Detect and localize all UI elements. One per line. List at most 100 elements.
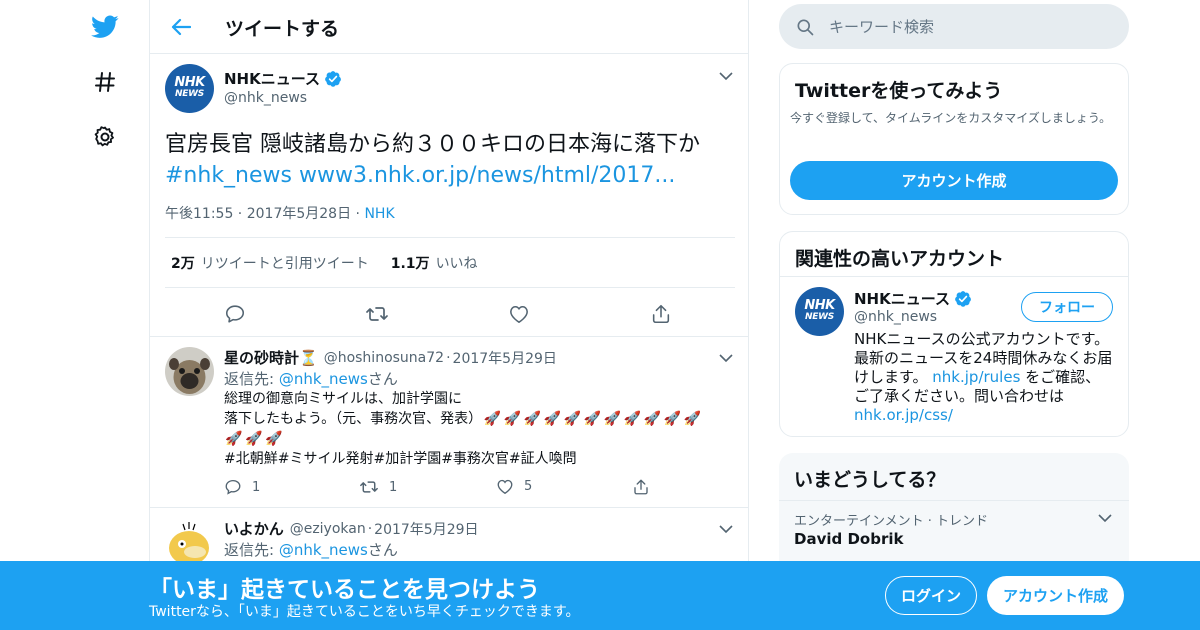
retweet-icon[interactable] (365, 302, 389, 326)
avatar-logo-news: NEWS (175, 89, 204, 99)
reply-author-handle[interactable]: @hoshinosuna72 (324, 350, 444, 366)
reply-date[interactable]: 2017年5月29日 (453, 348, 557, 368)
tweet-date[interactable]: 2017年5月28日 (247, 206, 351, 222)
reply-to-handle-link[interactable]: @nhk_news (279, 370, 368, 388)
reply-header: 星の砂時計⏳ @hoshinosuna72 · 2017年5月29日 (224, 347, 557, 368)
tweet-url-link[interactable]: www3.nhk.or.jp/news/html/2017... (299, 163, 675, 188)
avatar[interactable]: NHK NEWS (795, 287, 844, 336)
divider (779, 500, 1129, 501)
bio-link-rules[interactable]: nhk.jp/rules (932, 368, 1020, 386)
back-arrow-icon[interactable] (168, 14, 194, 40)
related-account-handle[interactable]: @nhk_news (854, 309, 937, 325)
rocket-emoji: 🚀 (603, 411, 621, 427)
tweet-timestamp: 午後11:55 · 2017年5月28日 · NHK (165, 206, 395, 222)
tweet-time[interactable]: 午後11:55 (165, 206, 233, 222)
chevron-down-icon[interactable] (718, 350, 734, 366)
create-account-button[interactable]: アカウント作成 (790, 161, 1118, 200)
reply-author-name[interactable]: いよかん (224, 518, 284, 539)
reply-count: 1 (252, 479, 261, 495)
reply-to-handle-link[interactable]: @nhk_news (279, 541, 368, 559)
retweet-count: 1 (389, 479, 398, 495)
rocket-emoji: 🚀 (483, 411, 501, 427)
author-handle[interactable]: @nhk_news (224, 90, 307, 106)
follow-button[interactable]: フォロー (1021, 292, 1113, 322)
reply-icon[interactable] (223, 302, 247, 326)
reply-author-name-text: 星の砂時計 (224, 349, 300, 367)
reply-text-line: 落下したもよう。（元、事務次官、発表）🚀 🚀 🚀 🚀 🚀 🚀 🚀 🚀 🚀 🚀 🚀 (224, 409, 739, 429)
rocket-emoji: 🚀 (225, 431, 243, 447)
trends-title: いまどうしてる？ (794, 469, 946, 491)
chevron-down-icon[interactable] (718, 68, 734, 84)
twitter-bird-icon[interactable] (90, 12, 120, 42)
avatar-logo-nhk: NHK (174, 75, 205, 90)
left-nav (80, 0, 130, 630)
heart-like-icon[interactable] (507, 302, 531, 326)
trend-topic[interactable]: David Dobrik (794, 530, 903, 548)
reply-header: いよかん @eziyokan · 2017年5月29日 (224, 518, 479, 539)
avatar-logo-news: NEWS (805, 312, 834, 322)
create-account-button[interactable]: アカウント作成 (987, 576, 1124, 615)
rocket-emoji: 🚀 (663, 411, 681, 427)
related-account-bio: NHKニュースの公式アカウントです。最新のニュースを24時間休みなくお届けします… (854, 330, 1114, 425)
login-button[interactable]: ログイン (885, 576, 977, 615)
avatar[interactable] (165, 518, 214, 567)
gear-settings-icon[interactable] (90, 122, 120, 152)
signup-banner: 「いま」起きていることを見つけよう Twitterなら、「いま」起きていることを… (0, 561, 1200, 630)
reply-date[interactable]: 2017年5月29日 (374, 519, 478, 539)
share-icon[interactable] (632, 478, 650, 496)
search-input[interactable]: キーワード検索 (829, 16, 934, 37)
verified-badge-icon (324, 70, 342, 88)
author-name[interactable]: NHKニュース (224, 68, 342, 89)
search-box[interactable]: キーワード検索 (779, 4, 1129, 49)
chevron-down-icon[interactable] (1097, 510, 1113, 526)
like-button[interactable]: 5 (496, 478, 532, 495)
signup-description: 今すぐ登録して、タイムラインをカスタマイズしましょう。 (790, 111, 1112, 125)
hashtag-link[interactable]: #nhk_news (165, 163, 292, 188)
rocket-emoji: 🚀 (563, 411, 581, 427)
page-title: ツイートする (225, 18, 340, 40)
hashtag-explore-icon[interactable] (90, 67, 120, 97)
avatar[interactable]: NHK NEWS (165, 64, 214, 113)
trends-panel: いまどうしてる？ エンターテインメント · トレンド David Dobrik (779, 453, 1129, 573)
share-icon[interactable] (649, 302, 673, 326)
avatar[interactable] (165, 347, 214, 396)
signup-panel: Twitterを使ってみよう 今すぐ登録して、タイムラインをカスタマイズしましょ… (779, 63, 1129, 215)
rocket-emoji-row: 🚀 🚀 🚀 🚀 🚀 🚀 🚀 🚀 🚀 🚀 🚀 (482, 411, 702, 427)
bio-link-css[interactable]: nhk.or.jp/css/ (854, 406, 953, 424)
related-title: 関連性の高いアカウント (795, 248, 1005, 270)
retweet-icon (359, 478, 379, 496)
reply-to-line: 返信先: @nhk_newsさん (224, 539, 398, 560)
reply-to-prefix: 返信先: (224, 370, 279, 388)
divider (780, 276, 1128, 277)
related-account-name[interactable]: NHKニュース (854, 288, 972, 309)
main-header: ツイートする (150, 0, 748, 54)
rocket-emoji: 🚀 (503, 411, 521, 427)
search-icon (795, 17, 815, 37)
reply-to-line: 返信先: @nhk_newsさん (224, 368, 398, 389)
rocket-emoji: 🚀 (543, 411, 561, 427)
rocket-emoji: 🚀 (643, 411, 661, 427)
retweet-stat[interactable]: 2万 リツイートと引用ツイート (171, 253, 369, 273)
trend-category: エンターテインメント · トレンド (794, 514, 989, 529)
rocket-emoji: 🚀 (265, 431, 283, 447)
main-tweet: NHK NEWS NHKニュース @nhk_news 官房長官 隠岐諸島から約３… (150, 54, 748, 337)
reply-text-line-2: 落下したもよう。（元、事務次官、発表） (224, 411, 483, 427)
like-count: 5 (524, 479, 533, 494)
reply-author-handle[interactable]: @eziyokan (290, 521, 366, 537)
rocket-emoji: 🚀 (523, 411, 541, 427)
chevron-down-icon[interactable] (718, 521, 734, 537)
rocket-emoji: 🚀 (623, 411, 641, 427)
avatar-logo-nhk: NHK (804, 298, 835, 313)
reply-author-name[interactable]: 星の砂時計⏳ (224, 347, 318, 368)
reply-text-line: 総理の御意向ミサイルは、加計学園に (224, 391, 462, 407)
reply-hashtags[interactable]: #北朝鮮#ミサイル発射#加計学園#事務次官#証人喚問 (224, 449, 739, 469)
reply-to-suffix: さん (367, 370, 398, 388)
author-name-text: NHKニュース (224, 70, 320, 88)
reply-button[interactable]: 1 (224, 478, 260, 496)
tweet-text-body: 官房長官 隠岐諸島から約３００キロの日本海に落下か (165, 132, 700, 157)
like-stat[interactable]: 1.1万 いいね (391, 253, 478, 273)
tweet-source-link[interactable]: NHK (364, 206, 394, 222)
retweet-button[interactable]: 1 (359, 478, 397, 496)
main-column: ツイートする NHK NEWS NHKニュース @nhk_news 官房長官 隠… (149, 0, 749, 630)
like-count: 1.1万 (390, 255, 430, 272)
